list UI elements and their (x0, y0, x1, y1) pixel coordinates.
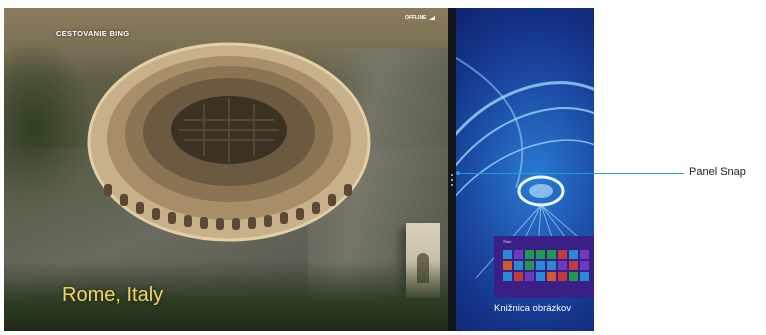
start-tile (536, 261, 545, 270)
start-tile (525, 261, 534, 270)
start-tile (569, 272, 578, 281)
start-tile (569, 250, 578, 259)
start-tile (558, 250, 567, 259)
start-tile (503, 250, 512, 259)
offline-status-label: OFFLINE (405, 15, 427, 21)
start-tile (514, 250, 523, 259)
start-tile (547, 272, 556, 281)
start-tile (569, 261, 578, 270)
bing-travel-app[interactable]: CESTOVANIE BING OFFLINE Rome, Italy (4, 8, 448, 331)
snap-splitter[interactable] (448, 8, 456, 331)
offline-status: OFFLINE (405, 13, 436, 23)
start-tile (525, 250, 534, 259)
start-tile (503, 272, 512, 281)
start-tile (503, 261, 512, 270)
signal-icon (429, 16, 436, 20)
app-title: CESTOVANIE BING (56, 29, 130, 38)
start-tile (547, 261, 556, 270)
start-tile (536, 272, 545, 281)
callout-line (456, 173, 684, 174)
tiles-grid (503, 250, 589, 281)
start-tile (514, 272, 523, 281)
start-tile (558, 261, 567, 270)
colosseum-image (84, 34, 374, 244)
start-tile (580, 250, 589, 259)
panel-caption: Knižnica obrázkov (494, 303, 572, 314)
start-tile (514, 261, 523, 270)
start-tile (580, 272, 589, 281)
location-title: Rome, Italy (62, 284, 164, 306)
start-screen-preview: Štart (494, 236, 594, 298)
start-label: Štart (503, 239, 512, 244)
start-tile (525, 272, 534, 281)
start-tile (536, 250, 545, 259)
start-tile (547, 250, 556, 259)
splitter-grip-icon[interactable] (450, 174, 454, 190)
snapped-panel[interactable]: Štart Knižnica obrázkov (456, 8, 594, 331)
callout-label: Panel Snap (689, 166, 746, 178)
start-tile (580, 261, 589, 270)
start-tile (558, 272, 567, 281)
